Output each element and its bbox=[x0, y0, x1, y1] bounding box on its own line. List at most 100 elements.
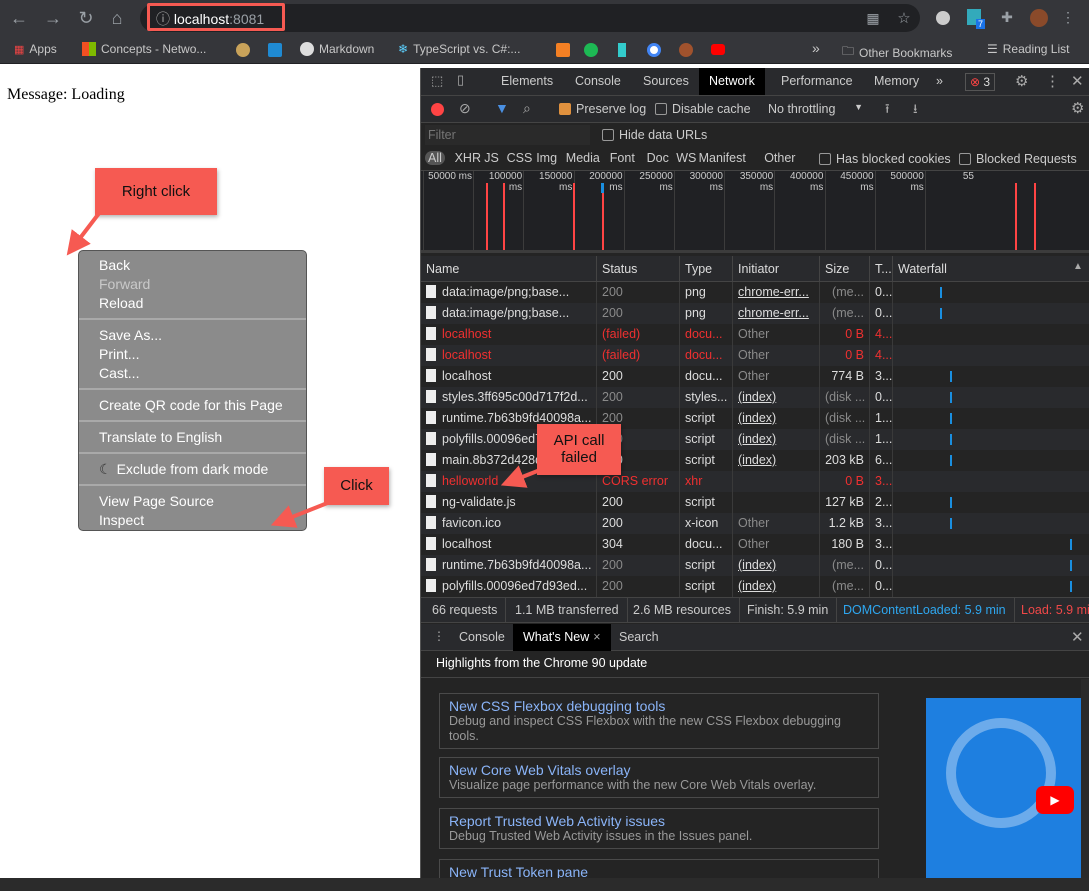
hide-data-urls-checkbox[interactable]: Hide data URLs bbox=[602, 128, 707, 142]
card-title[interactable]: New CSS Flexbox debugging tools bbox=[449, 698, 869, 714]
filter-icon[interactable]: ▼ bbox=[495, 100, 509, 116]
youtube-icon[interactable] bbox=[711, 44, 725, 55]
back-icon[interactable]: ← bbox=[8, 8, 30, 29]
cell-initiator[interactable]: (index) bbox=[733, 387, 820, 408]
table-row[interactable]: helloworld CORS error xhr 0 B 3... bbox=[421, 471, 1089, 492]
menu-item-print[interactable]: Print... bbox=[79, 345, 306, 364]
reading-list[interactable]: ☰ Reading List bbox=[987, 42, 1069, 56]
table-row[interactable]: runtime.7b63b9fd40098a... 200 script (index… bbox=[421, 408, 1089, 429]
filter-type-css[interactable]: CSS bbox=[507, 151, 533, 165]
avatar[interactable] bbox=[1030, 9, 1048, 27]
bottle-icon[interactable] bbox=[618, 43, 626, 57]
filter-type-ws[interactable]: WS bbox=[676, 151, 696, 165]
table-row[interactable]: ng-validate.js 200 script 127 kB 2... bbox=[421, 492, 1089, 513]
cell-initiator[interactable]: (index) bbox=[733, 429, 820, 450]
filter-type-other[interactable]: Other bbox=[764, 151, 795, 165]
blocked-requests-checkbox[interactable]: Blocked Requests bbox=[959, 152, 1077, 166]
menu-item-inspect[interactable]: Inspect bbox=[79, 511, 306, 530]
import-har-icon[interactable]: ⭱ bbox=[885, 100, 890, 122]
table-row[interactable]: localhost (failed) docu... Other 0 B 4... bbox=[421, 345, 1089, 366]
has-blocked-cookies-checkbox[interactable]: Has blocked cookies bbox=[819, 152, 951, 166]
error-counter[interactable]: ⊗ 3 bbox=[965, 73, 996, 91]
column-header-initiator[interactable]: Initiator bbox=[733, 256, 820, 282]
table-row[interactable]: data:image/png;base... 200 png chrome-err..… bbox=[421, 303, 1089, 324]
table-row[interactable]: styles.3ff695c00d717f2d... 200 styles... (i… bbox=[421, 387, 1089, 408]
chrome-90-video-thumbnail[interactable]: ▶ bbox=[926, 698, 1081, 878]
table-row[interactable]: data:image/png;base... 200 png chrome-err..… bbox=[421, 282, 1089, 303]
bookmark-icon[interactable] bbox=[679, 43, 693, 57]
column-header-waterfall[interactable]: Waterfall bbox=[893, 256, 1089, 282]
tab-network[interactable]: Network bbox=[699, 68, 765, 95]
device-toolbar-icon[interactable]: ▯ bbox=[457, 72, 464, 88]
preserve-log-checkbox[interactable]: Preserve log bbox=[559, 102, 646, 116]
column-header-name[interactable]: Name bbox=[421, 256, 597, 282]
disable-cache-checkbox[interactable]: Disable cache bbox=[655, 102, 751, 116]
youtube-play-icon[interactable]: ▶ bbox=[1036, 786, 1074, 814]
menu-item-reload[interactable]: Reload bbox=[79, 294, 306, 313]
cell-initiator[interactable]: (index) bbox=[733, 408, 820, 429]
export-har-icon[interactable]: ⭳ bbox=[913, 100, 918, 122]
menu-item-save-as[interactable]: Save As... bbox=[79, 326, 306, 345]
tab-sources[interactable]: Sources bbox=[633, 68, 699, 95]
settings-icon[interactable]: ⚙ bbox=[1015, 72, 1028, 90]
reload-icon[interactable]: ↻ bbox=[75, 8, 97, 29]
close-tab-icon[interactable]: × bbox=[593, 630, 600, 644]
filter-type-doc[interactable]: Doc bbox=[647, 151, 669, 165]
qr-icon[interactable]: ▦ bbox=[862, 10, 884, 27]
tab-console[interactable]: Console bbox=[565, 68, 631, 95]
drawer-tab-whatsnew[interactable]: What's New × bbox=[513, 624, 611, 651]
tab-performance[interactable]: Performance bbox=[771, 68, 863, 95]
drawer-tab-search[interactable]: Search bbox=[609, 624, 669, 651]
inspect-element-icon[interactable]: ⬚ bbox=[431, 73, 443, 89]
cell-initiator[interactable]: chrome-err... bbox=[733, 282, 820, 303]
menu-item-create-qr-code-for-this-page[interactable]: Create QR code for this Page bbox=[79, 396, 306, 415]
google-icon[interactable] bbox=[647, 43, 661, 57]
scrollbar[interactable] bbox=[1081, 679, 1089, 878]
table-row[interactable]: polyfills.00096ed7d93ed...200script(inde… bbox=[421, 429, 1089, 450]
column-header-t[interactable]: T... bbox=[870, 256, 893, 282]
network-settings-icon[interactable]: ⚙ bbox=[1071, 99, 1084, 117]
cell-initiator[interactable]: (index) bbox=[733, 576, 820, 597]
tab-memory[interactable]: Memory bbox=[864, 68, 929, 95]
table-row[interactable]: polyfills.00096ed7d93ed...200script(inde… bbox=[421, 576, 1089, 597]
url-highlight[interactable]: ⓘ localhost:8081 bbox=[147, 3, 285, 31]
filter-type-all[interactable]: All bbox=[425, 151, 445, 165]
filter-type-xhr[interactable]: XHR bbox=[455, 151, 481, 165]
filter-input[interactable] bbox=[425, 125, 590, 145]
sort-ascending-icon[interactable]: ▲ bbox=[1073, 261, 1083, 272]
table-row[interactable]: localhost 304 docu... Other 180 B 3... bbox=[421, 534, 1089, 555]
bookmark-apps[interactable]: ▦ Apps bbox=[14, 42, 57, 56]
cell-initiator[interactable]: chrome-err... bbox=[733, 303, 820, 324]
drawer-menu-icon[interactable]: ⋮ bbox=[433, 629, 445, 643]
whats-new-card[interactable]: Report Trusted Web Activity issues Debug … bbox=[439, 808, 879, 849]
filter-type-font[interactable]: Font bbox=[610, 151, 635, 165]
drawer-tab-console[interactable]: Console bbox=[449, 624, 515, 651]
filter-type-js[interactable]: JS bbox=[484, 151, 499, 165]
bookmark-markdown[interactable]: Markdown bbox=[300, 42, 374, 56]
filter-type-img[interactable]: Img bbox=[536, 151, 557, 165]
column-header-type[interactable]: Type bbox=[680, 256, 733, 282]
menu-item-back[interactable]: Back bbox=[79, 256, 306, 275]
spotify-icon[interactable] bbox=[584, 43, 598, 57]
clear-icon[interactable]: ⊘ bbox=[459, 100, 471, 117]
network-overview-timeline[interactable]: 50000 ms 100000 ms 150000 ms 200000 ms 25000… bbox=[421, 171, 1089, 253]
more-tabs-button[interactable]: » bbox=[926, 68, 953, 95]
more-bookmarks-button[interactable]: » bbox=[812, 40, 820, 56]
puzzle-icon[interactable]: ✚ bbox=[996, 9, 1018, 26]
cell-initiator[interactable]: (index) bbox=[733, 450, 820, 471]
column-header-size[interactable]: Size bbox=[820, 256, 870, 282]
menu-item-exclude-from-dark-mode[interactable]: ☾ Exclude from dark mode bbox=[79, 460, 306, 479]
other-bookmarks[interactable]: 🗀 Other Bookmarks bbox=[842, 42, 952, 63]
home-icon[interactable]: ⌂ bbox=[106, 8, 128, 29]
table-row[interactable]: localhost 200 docu... Other 774 B 3... bbox=[421, 366, 1089, 387]
card-title[interactable]: New Core Web Vitals overlay bbox=[449, 762, 869, 778]
cell-initiator[interactable]: (index) bbox=[733, 555, 820, 576]
star-icon[interactable]: ☆ bbox=[893, 9, 915, 27]
close-devtools-icon[interactable]: ✕ bbox=[1071, 72, 1084, 90]
more-options-icon[interactable]: ⋮ bbox=[1045, 72, 1060, 90]
throttling-select[interactable]: No throttling ▼ bbox=[768, 102, 863, 116]
whats-new-card[interactable]: New CSS Flexbox debugging tools Debug and… bbox=[439, 693, 879, 749]
close-drawer-icon[interactable]: ✕ bbox=[1071, 628, 1084, 646]
table-row[interactable]: favicon.ico 200 x-icon Other 1.2 kB 3... bbox=[421, 513, 1089, 534]
menu-item-view-page-source[interactable]: View Page Source bbox=[79, 492, 306, 511]
